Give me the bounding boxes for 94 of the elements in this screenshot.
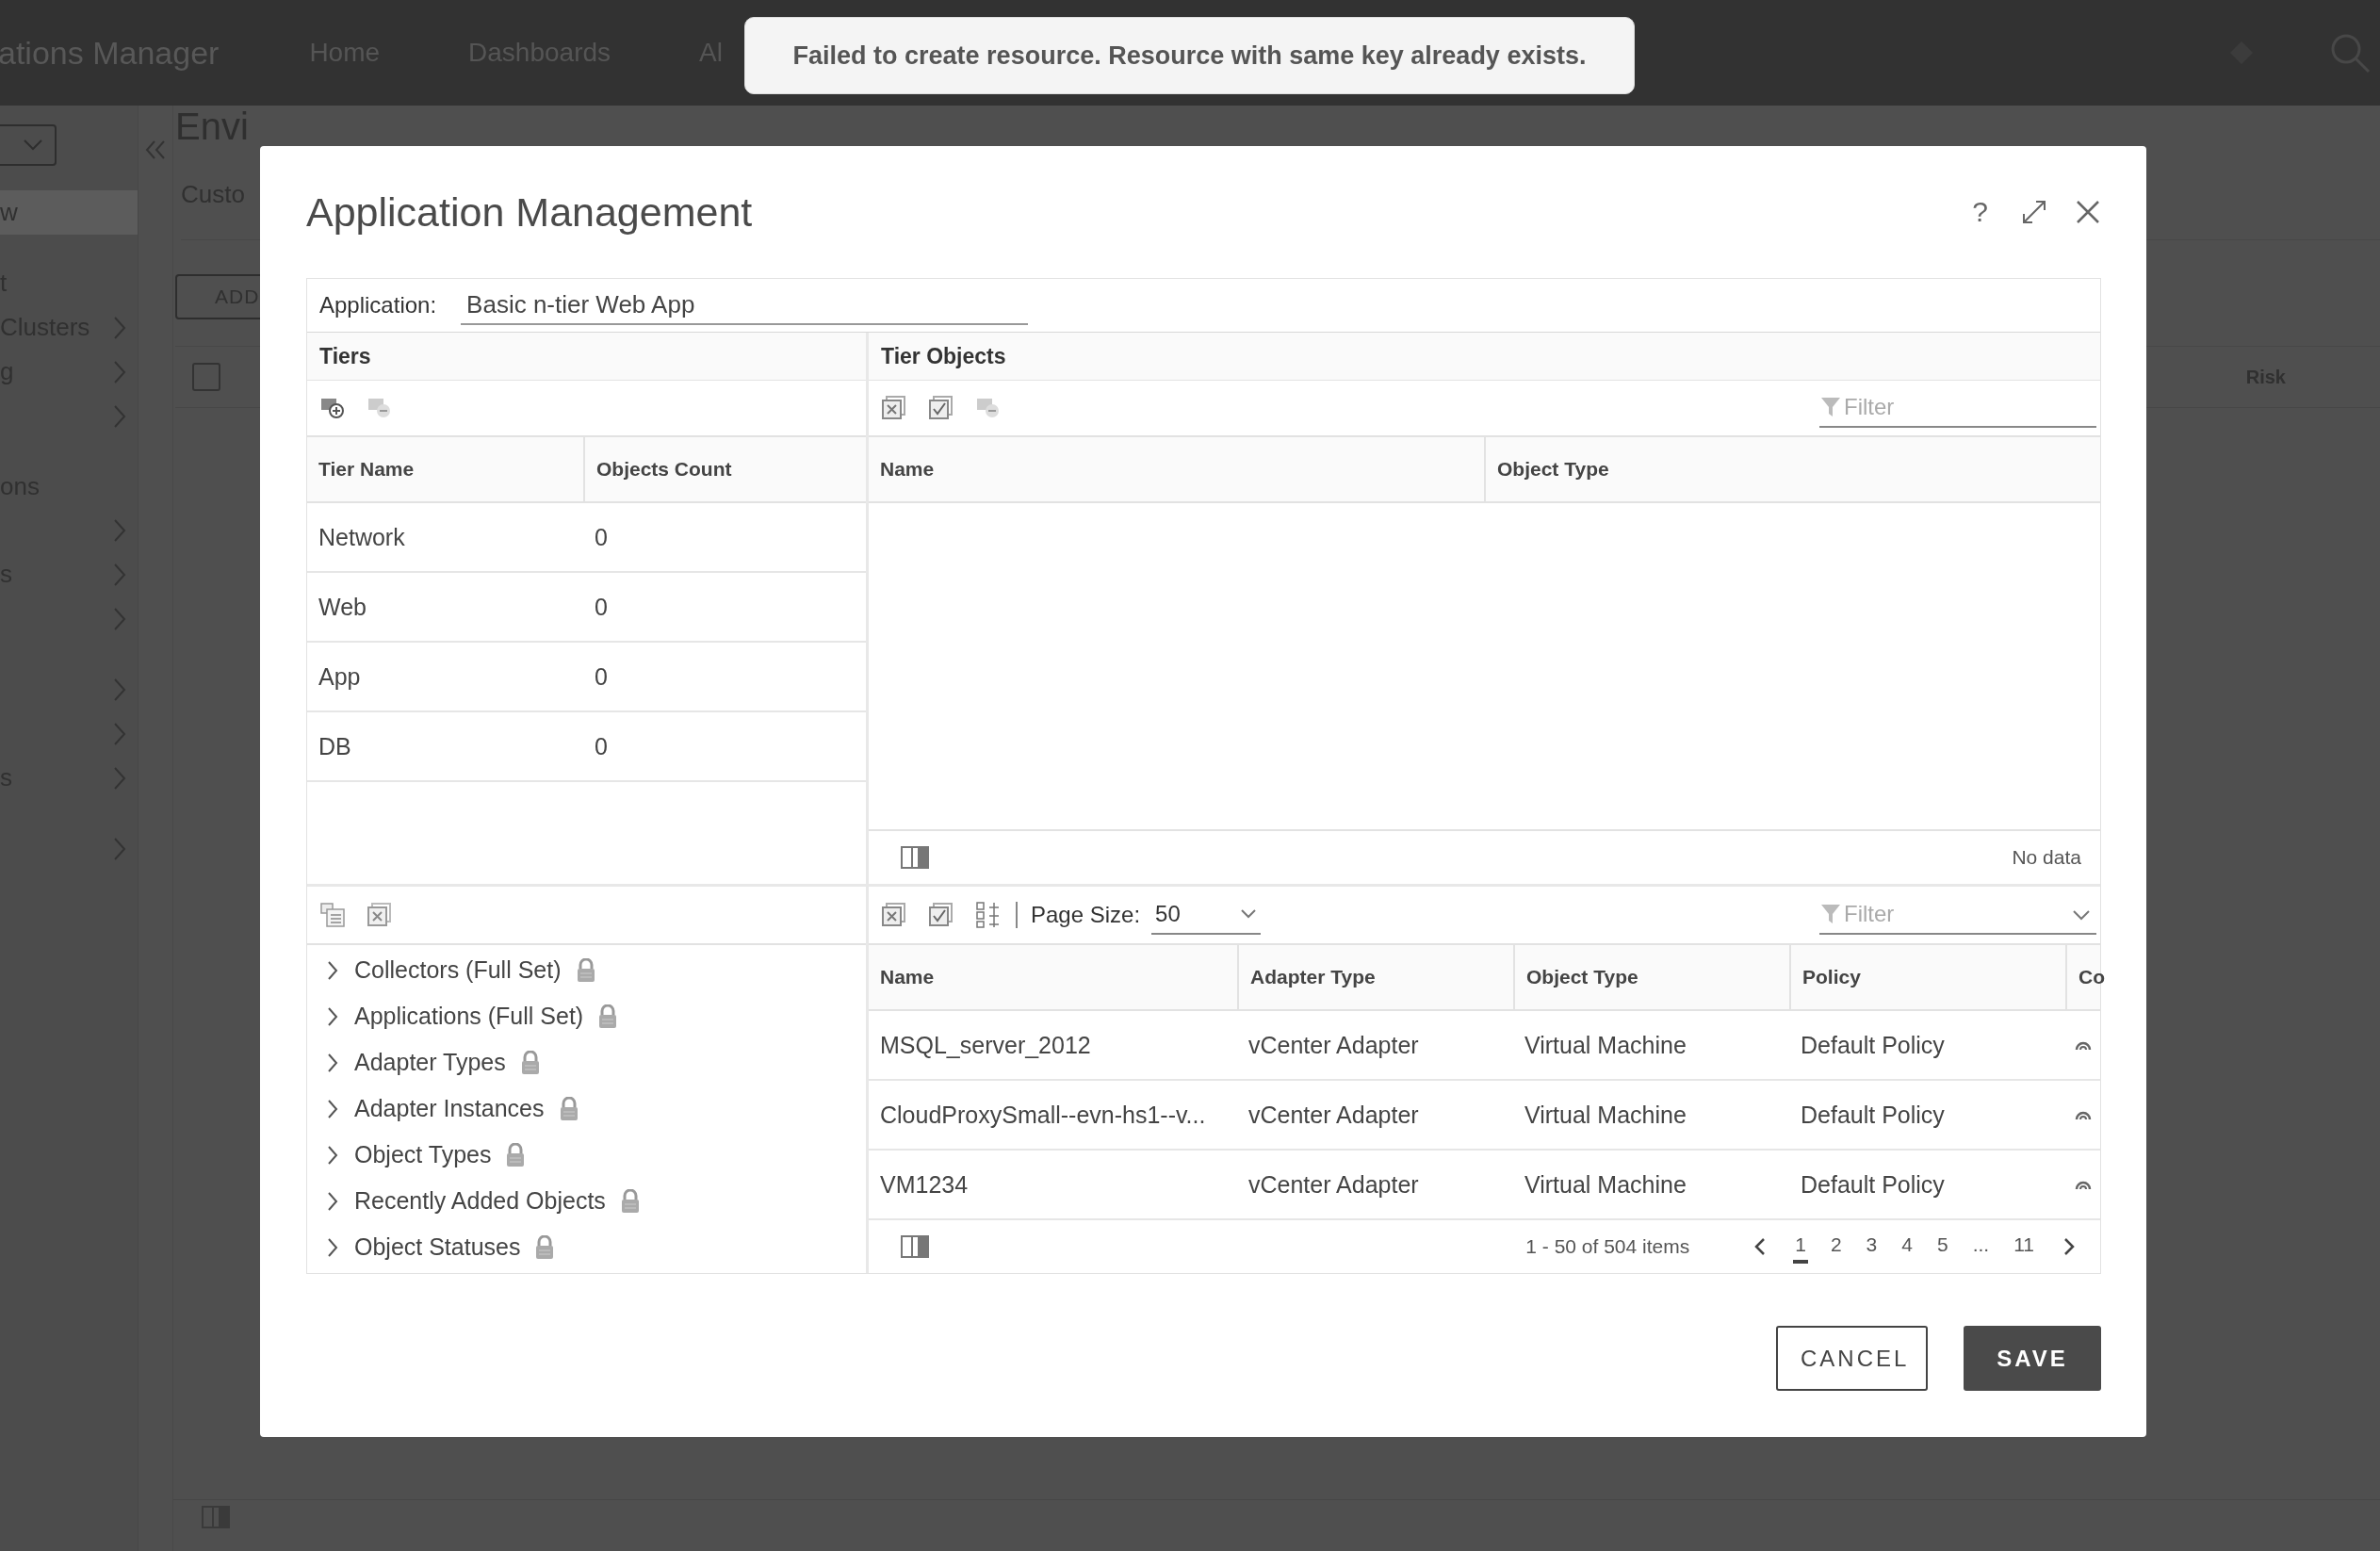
column-header[interactable]: Objects Count <box>583 437 866 502</box>
tree-item-label: Object Statuses <box>354 1233 521 1261</box>
arc-icon <box>2075 1179 2092 1190</box>
table-cell-text: 0 <box>594 522 609 552</box>
cancel-button[interactable]: CANCEL <box>1776 1326 1928 1391</box>
tree-item[interactable]: Object Types <box>307 1132 866 1178</box>
tree-item[interactable]: Recently Added Objects <box>307 1178 866 1224</box>
chevron-down-icon <box>23 139 43 152</box>
table-cell-text: Default Policy <box>1800 1100 1946 1130</box>
save-button[interactable]: SAVE <box>1964 1326 2101 1391</box>
table-cell-text: Web <box>318 592 367 622</box>
application-label: Application: <box>319 292 437 319</box>
table-cell-text: Virtual Machine <box>1524 1100 1687 1130</box>
remove-tier-icon[interactable] <box>367 397 392 420</box>
tree-item[interactable]: Adapter Instances <box>307 1086 866 1132</box>
page-link[interactable]: 2 <box>1828 1230 1844 1264</box>
column-header[interactable]: Object Type <box>1513 945 1789 1009</box>
section-title: Tiers <box>307 333 866 382</box>
chevron-right-icon[interactable] <box>326 1005 339 1027</box>
add-tier-icon[interactable] <box>320 397 345 420</box>
table-cell-text: CloudProxySmall--evn-hs1--v... <box>879 1100 1207 1130</box>
page-link[interactable]: 3 <box>1864 1230 1880 1264</box>
column-header[interactable]: Policy <box>1789 945 2065 1009</box>
tree-item[interactable]: Collectors (Full Set) <box>307 947 866 993</box>
column-header[interactable]: Name <box>869 437 1484 502</box>
checklist-icon[interactable] <box>976 902 1001 928</box>
next-page-icon[interactable] <box>2062 1237 2076 1256</box>
page-link[interactable]: 11 <box>2012 1230 2036 1264</box>
chevron-right-icon[interactable] <box>326 1098 339 1119</box>
columns-icon[interactable] <box>901 1235 929 1258</box>
empty-message: No data <box>2012 846 2081 869</box>
chevron-right-icon[interactable] <box>326 959 339 981</box>
tree-item[interactable]: Applications (Full Set) <box>307 993 866 1039</box>
dialog-title: Application Management <box>306 188 753 236</box>
select-all-icon[interactable] <box>929 396 954 421</box>
table-cell-text: Default Policy <box>1800 1030 1946 1060</box>
arc-icon <box>2075 1039 2092 1051</box>
table-cell-text: DB <box>318 731 352 761</box>
table-cell-text: App <box>318 661 362 692</box>
previous-page-icon[interactable] <box>1753 1237 1768 1256</box>
select-all-icon[interactable] <box>929 903 954 927</box>
column-header[interactable]: Object Type <box>1484 437 2100 502</box>
chevron-right-icon[interactable] <box>326 1144 339 1166</box>
page-link[interactable]: 4 <box>1899 1230 1915 1264</box>
arc-icon <box>2075 1109 2092 1120</box>
checkbox[interactable] <box>192 363 220 391</box>
columns-icon[interactable] <box>901 846 929 869</box>
table-cell-text: Network <box>318 522 406 552</box>
close-icon[interactable] <box>2075 199 2101 225</box>
table-cell-text: vCenter Adapter <box>1247 1030 1420 1060</box>
tree-item-label: Recently Added Objects <box>354 1187 606 1215</box>
table-cell-text: Virtual Machine <box>1524 1169 1687 1200</box>
tree-item-label: Adapter Types <box>354 1049 506 1076</box>
table-cell-text: 0 <box>594 661 609 692</box>
items-summary: 1 - 50 of 504 items <box>1525 1235 1690 1258</box>
tree-item-label: Adapter Instances <box>354 1095 545 1122</box>
table-cell-text: MSQL_server_2012 <box>879 1030 1092 1060</box>
filter-icon <box>1821 904 1840 924</box>
deselect-all-icon[interactable] <box>882 396 906 421</box>
chevron-down-icon <box>1240 908 1258 920</box>
tree-item-label: Object Types <box>354 1141 492 1168</box>
expand-icon[interactable] <box>2020 198 2048 226</box>
filter-icon <box>1821 397 1840 418</box>
section-title: Tier Objects <box>869 333 2100 382</box>
remove-object-icon[interactable] <box>976 397 1001 420</box>
tree-item-label: Applications (Full Set) <box>354 1003 584 1030</box>
page-size-dropdown[interactable]: 50 <box>1151 895 1262 935</box>
page-link[interactable]: 5 <box>1935 1230 1950 1264</box>
column-header[interactable]: Name <box>869 945 1237 1009</box>
tree-item[interactable]: Adapter Types <box>307 1039 866 1086</box>
deselect-all-icon[interactable] <box>367 903 392 927</box>
chevron-right-icon[interactable] <box>326 1190 339 1212</box>
table-cell-text: vCenter Adapter <box>1247 1100 1420 1130</box>
page-link[interactable]: ... <box>1970 1230 1992 1264</box>
page-size-label: Page Size: <box>1031 902 1141 928</box>
column-header[interactable]: Co <box>2065 945 2105 1009</box>
tree-list-icon[interactable] <box>320 903 345 927</box>
column-header[interactable]: Tier Name <box>307 437 583 502</box>
tree-item-label: Collectors (Full Set) <box>354 956 562 984</box>
table-cell-text: vCenter Adapter <box>1247 1169 1420 1200</box>
help-button[interactable]: ? <box>1972 196 1988 228</box>
table-cell-text: Default Policy <box>1800 1169 1946 1200</box>
table-cell-text: 0 <box>594 731 609 761</box>
table-cell-text: 0 <box>594 592 609 622</box>
column-header[interactable]: Adapter Type <box>1237 945 1513 1009</box>
chevron-right-icon[interactable] <box>326 1236 339 1258</box>
chevron-right-icon[interactable] <box>326 1052 339 1073</box>
deselect-all-icon[interactable] <box>882 903 906 927</box>
page-link[interactable]: 1 <box>1793 1230 1808 1264</box>
error-toast: Failed to create resource. Resource with same key already exists. <box>744 17 1635 94</box>
table-cell-text: Virtual Machine <box>1524 1030 1687 1060</box>
chevron-down-icon <box>2072 909 2091 921</box>
tree-item[interactable]: Object Statuses <box>307 1224 866 1270</box>
table-cell-text: VM1234 <box>879 1169 970 1200</box>
